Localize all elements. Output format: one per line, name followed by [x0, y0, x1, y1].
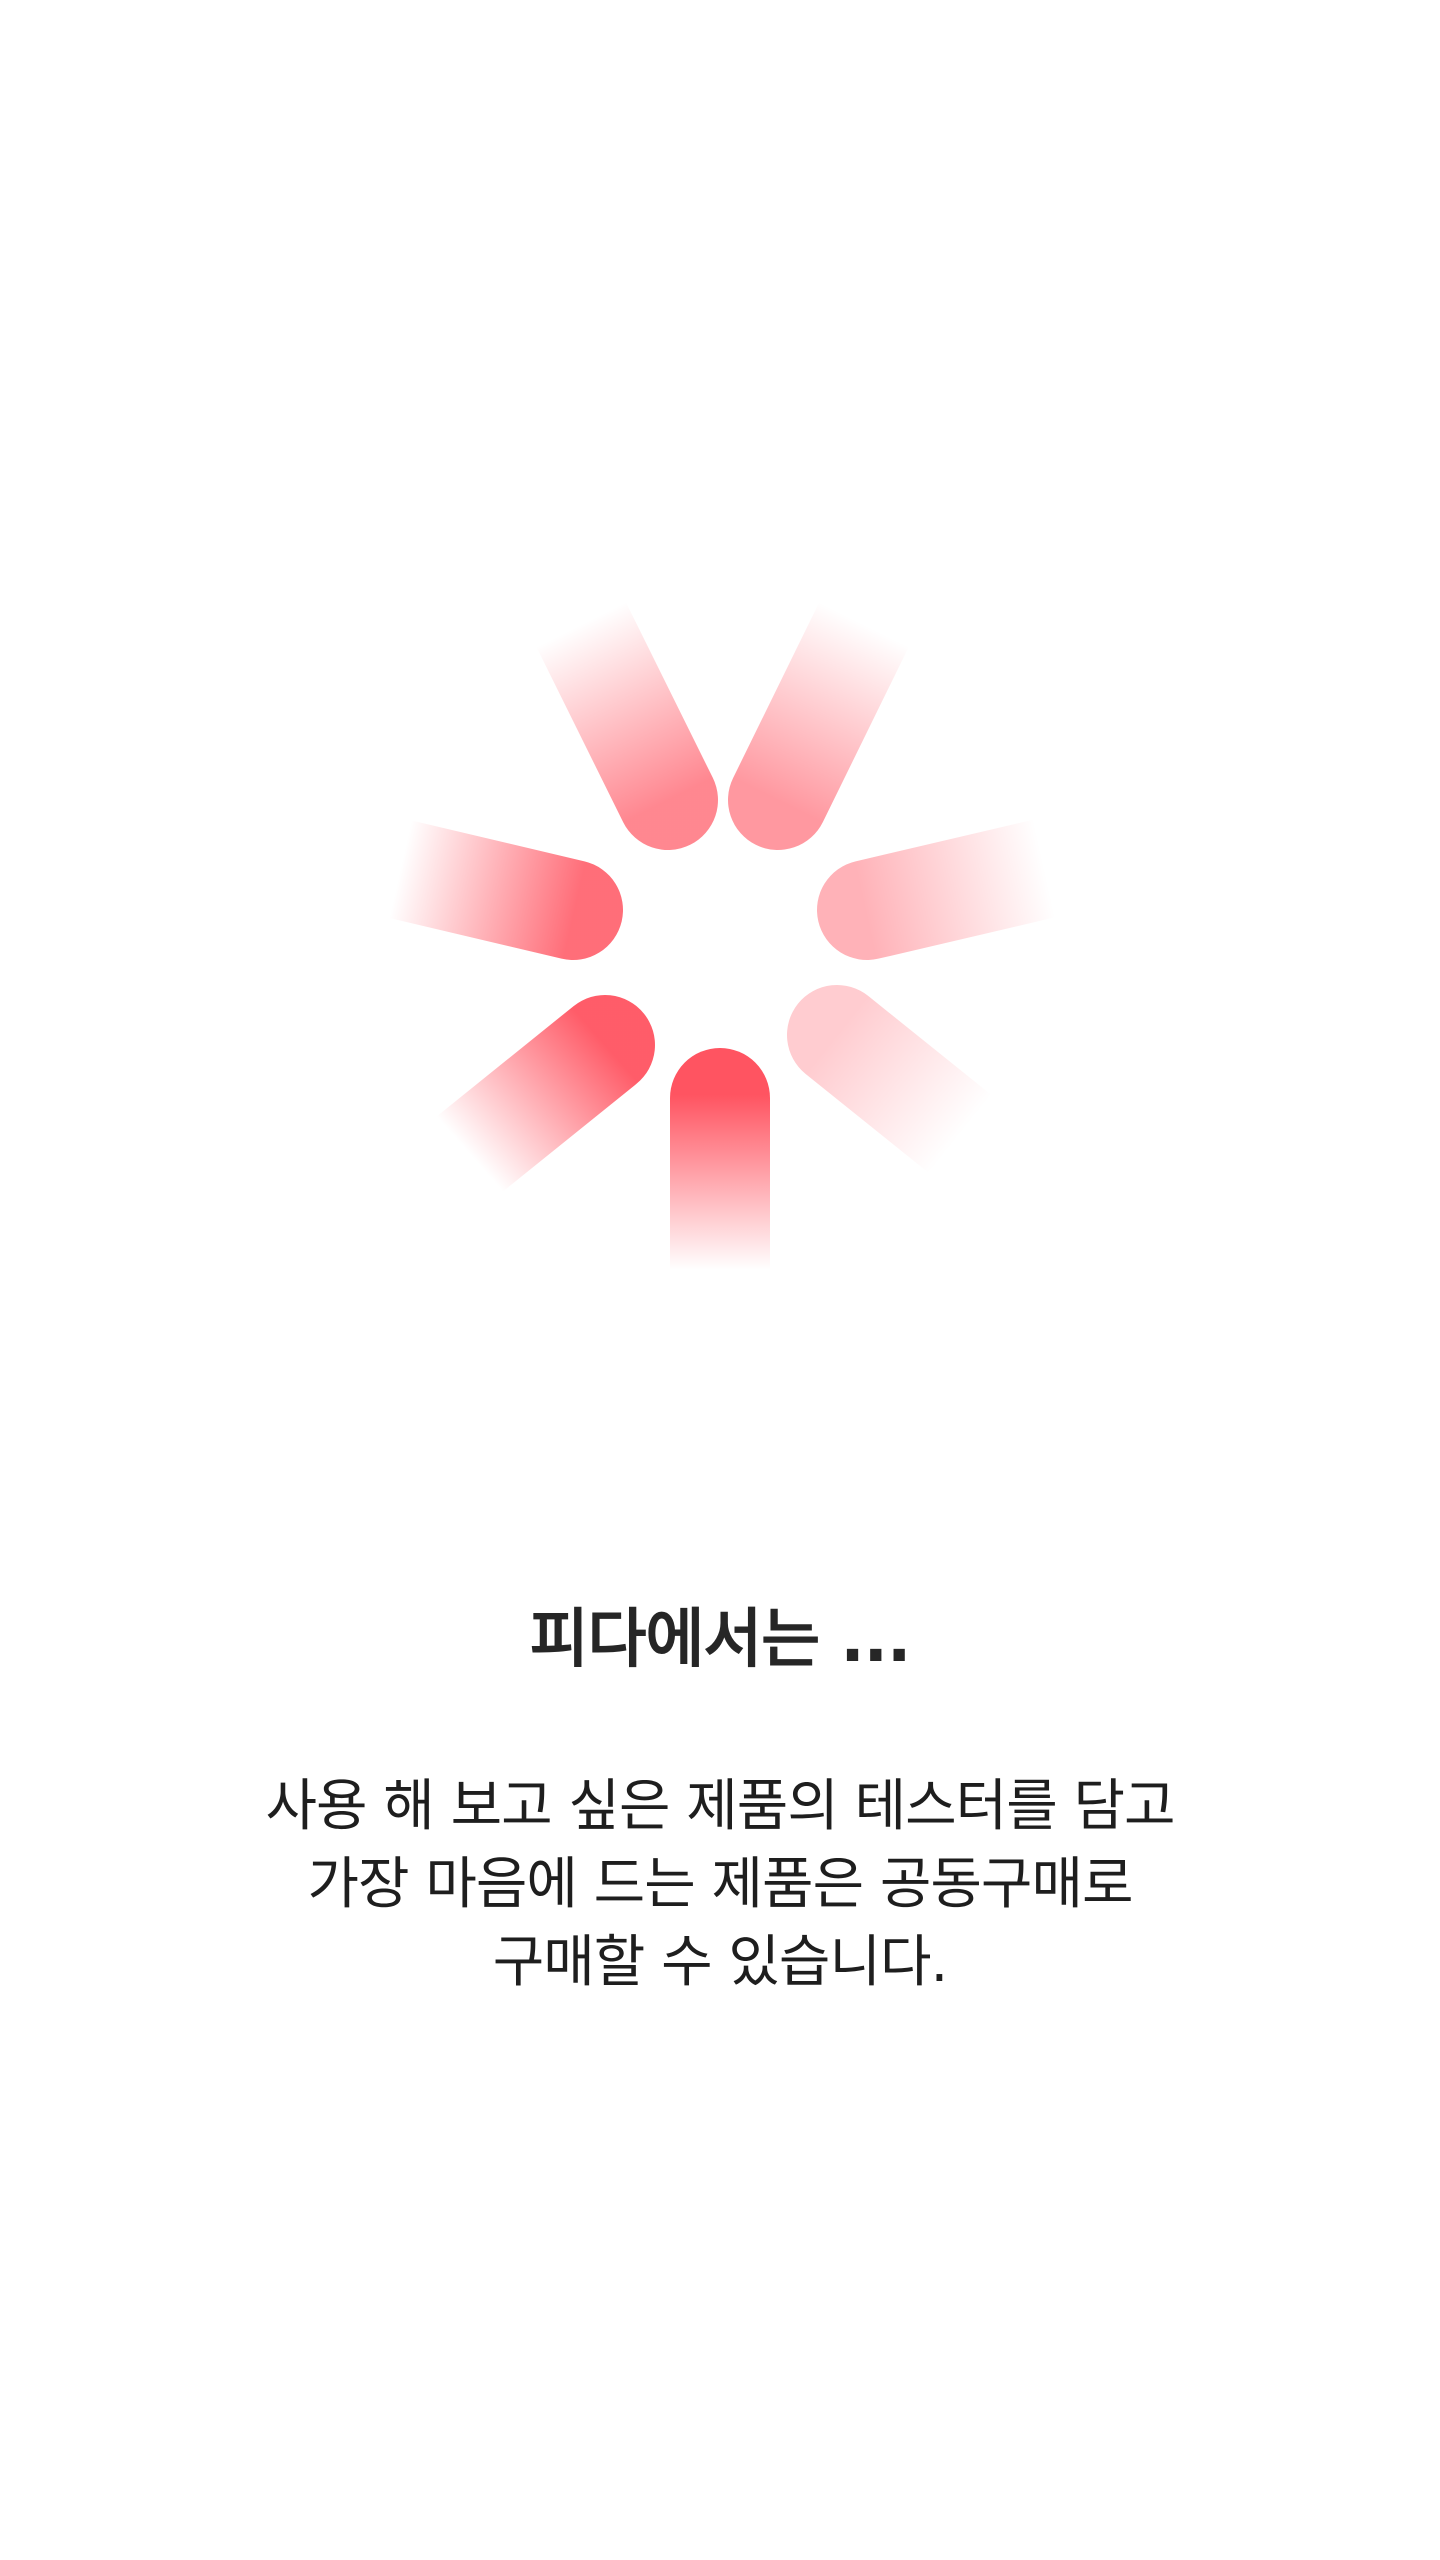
spinner-spoke — [515, 542, 718, 850]
intro-title: 피다에서는 ... — [529, 1603, 912, 1677]
spinner-spoke — [728, 542, 930, 850]
loading-spinner-icon — [320, 542, 1122, 1350]
spinner-spoke — [320, 812, 623, 960]
spinner-spoke — [817, 812, 1122, 960]
intro-description: 사용 해 보고 싶은 제품의 테스터를 담고 가장 마음에 드는 제품은 공동구… — [120, 1768, 1320, 2002]
description-line: 구매할 수 있습니다. — [492, 1930, 949, 1995]
spinner-spoke — [390, 995, 655, 1228]
description-line: 가장 마음에 드는 제품은 공동구매로 — [307, 1852, 1133, 1917]
loading-spinner — [0, 0, 1440, 1400]
description-line: 사용 해 보고 싶은 제품의 테스터를 담고 — [265, 1774, 1175, 1839]
spinner-spoke — [787, 985, 1040, 1208]
